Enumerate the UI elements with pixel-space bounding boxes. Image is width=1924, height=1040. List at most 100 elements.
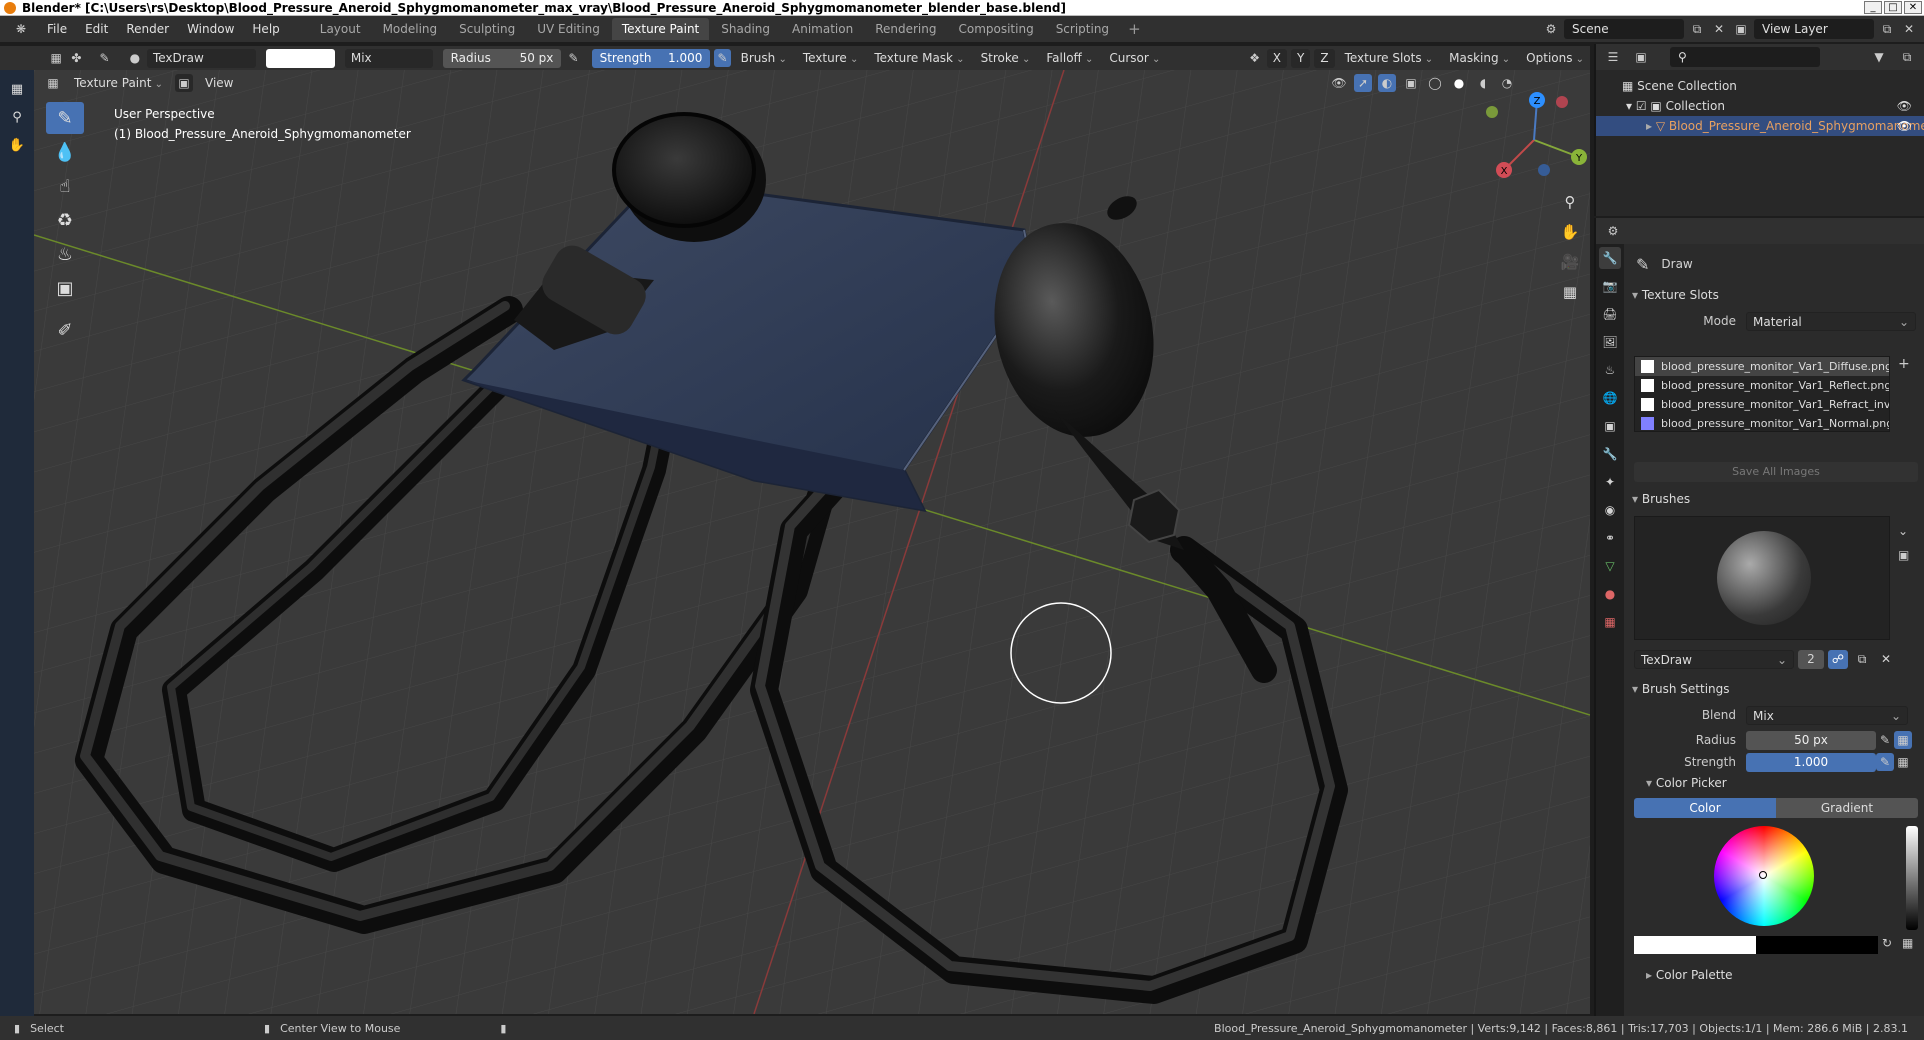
brush-icon[interactable]: ✎ (96, 49, 112, 67)
color-wheel[interactable] (1714, 826, 1814, 926)
tab-layout[interactable]: Layout (310, 18, 371, 40)
add-workspace-button[interactable]: + (1120, 20, 1149, 38)
gizmo-toggle-icon[interactable]: ➚ (1354, 74, 1372, 92)
tool-settings-icon[interactable]: ✤ (68, 49, 84, 67)
unlink-brush-icon[interactable]: ✕ (1876, 650, 1896, 669)
texture-slot-item[interactable]: blood_pressure_monitor_Var1_Refract_inv.… (1635, 395, 1889, 414)
3d-viewport[interactable]: Y X Z User Perspective (1) Blood_Pressur… (34, 70, 1590, 1014)
outliner-scene-collection[interactable]: ▦ Scene Collection (1596, 76, 1924, 96)
delete-view-layer-icon[interactable]: ✕ (1900, 20, 1918, 38)
properties-editor-icon[interactable]: ⚙ (1604, 222, 1622, 240)
strength-pressure-icon[interactable]: ✎ (1876, 753, 1894, 771)
texture-mask-dropdown[interactable]: Texture Mask (868, 49, 970, 68)
delete-scene-icon[interactable]: ✕ (1710, 20, 1728, 38)
secondary-color-swatch[interactable] (1756, 936, 1878, 954)
particles-tab-icon[interactable]: ✦ (1599, 471, 1621, 493)
strength-unit-icon[interactable]: ▦ (1894, 753, 1912, 771)
texture-slot-item[interactable]: blood_pressure_monitor_Var1_Normal.png (1635, 414, 1889, 433)
output-tab-icon[interactable]: 🖨 (1599, 303, 1621, 325)
mask-tool-icon[interactable]: ▣ (46, 272, 84, 304)
brush-data-icon[interactable]: ● (127, 49, 143, 67)
tool-tab-icon[interactable]: 🔧 (1599, 247, 1621, 269)
editor-type-icon[interactable]: ▦ (48, 49, 64, 67)
collection-checkbox-icon[interactable]: ☑ (1636, 99, 1651, 113)
radius-pressure-icon[interactable]: ✎ (565, 49, 581, 67)
mirror-y-toggle[interactable]: Y (1291, 48, 1311, 68)
constraints-tab-icon[interactable]: ⚭ (1599, 527, 1621, 549)
filter-icon[interactable]: ▼ (1870, 48, 1888, 66)
world-tab-icon[interactable]: 🌐 (1599, 387, 1621, 409)
masking-dropdown[interactable]: Masking (1443, 49, 1516, 68)
brush-color-swatch[interactable] (266, 48, 335, 68)
blend-mode-dropdown[interactable]: Mix (344, 48, 433, 68)
color-pressure-icon[interactable]: ▦ (1902, 936, 1913, 950)
radius-field[interactable]: 50 px (1746, 730, 1876, 750)
mode-dropdown[interactable]: Texture Paint (68, 74, 169, 93)
zoom-view-icon[interactable]: ⚲ (1558, 190, 1582, 214)
tab-animation[interactable]: Animation (782, 18, 863, 40)
mirror-x-toggle[interactable]: X (1266, 48, 1287, 68)
tab-uv-editing[interactable]: UV Editing (527, 18, 610, 40)
collection-visibility-icon[interactable]: 👁 (1897, 96, 1912, 116)
brush-settings-panel-header[interactable]: Brush Settings (1626, 678, 1916, 700)
duplicate-brush-icon[interactable]: ⧉ (1852, 650, 1872, 669)
expand-chevron-icon[interactable]: ▸ (1646, 119, 1656, 133)
blend-dropdown[interactable]: Mix (1746, 705, 1908, 725)
mirror-z-toggle[interactable]: Z (1314, 48, 1335, 68)
scene-field[interactable]: Scene (1564, 19, 1684, 39)
menu-help[interactable]: Help (243, 22, 288, 36)
texture-slot-item[interactable]: blood_pressure_monitor_Var1_Reflect.png (1635, 376, 1889, 395)
brush-users-count[interactable]: 2 (1798, 650, 1824, 669)
texture-dropdown[interactable]: Texture (797, 49, 865, 68)
visibility-icon[interactable]: 👁 (1330, 74, 1348, 92)
color-palette-panel-header[interactable]: Color Palette (1640, 964, 1910, 986)
camera-view-icon[interactable]: 🎥 (1558, 250, 1582, 274)
brushes-panel-header[interactable]: Brushes (1626, 488, 1916, 510)
tab-shading[interactable]: Shading (711, 18, 780, 40)
pan-view-icon[interactable]: ✋ (1558, 220, 1582, 244)
render-tab-icon[interactable]: 📷 (1599, 275, 1621, 297)
brush-image-icon[interactable]: ▣ (1898, 548, 1909, 562)
display-mode-icon[interactable]: ▣ (1632, 48, 1650, 66)
color-wheel-cursor[interactable] (1759, 871, 1767, 879)
falloff-dropdown[interactable]: Falloff (1040, 49, 1099, 68)
material-shading-icon[interactable]: ◖ (1474, 74, 1492, 92)
data-tab-icon[interactable]: ▽ (1599, 555, 1621, 577)
brush-name-field[interactable]: TexDraw (146, 48, 257, 68)
view-menu[interactable]: View (199, 74, 239, 93)
solid-shading-icon[interactable]: ● (1450, 74, 1468, 92)
clone-tool-icon[interactable]: ♻ (46, 204, 84, 236)
draw-tool-icon[interactable]: ✎ (46, 102, 84, 134)
texture-slot-item[interactable]: blood_pressure_monitor_Var1_Diffuse.png (1635, 357, 1889, 376)
close-button[interactable]: ✕ (1904, 1, 1922, 14)
new-collection-icon[interactable]: ⧉ (1898, 48, 1916, 66)
tab-sculpting[interactable]: Sculpting (449, 18, 525, 40)
xray-icon[interactable]: ▣ (1402, 74, 1420, 92)
strength-slider[interactable]: Strength 1.000 (591, 48, 711, 68)
menu-file[interactable]: File (38, 22, 76, 36)
menu-render[interactable]: Render (117, 22, 178, 36)
blender-menu-icon[interactable]: ❋ (12, 20, 30, 38)
expand-chevron-icon[interactable]: ▾ (1626, 99, 1636, 113)
maximize-button[interactable]: □ (1884, 1, 1902, 14)
ortho-view-icon[interactable]: ▦ (1558, 280, 1582, 304)
save-all-images-button[interactable]: Save All Images (1634, 462, 1918, 482)
brush-name-field[interactable]: TexDraw (1634, 650, 1794, 669)
add-texture-slot-icon[interactable]: + (1898, 356, 1910, 372)
options-dropdown[interactable]: Options (1520, 49, 1590, 68)
texture-mode-dropdown[interactable]: Material (1746, 311, 1916, 331)
tab-gradient[interactable]: Gradient (1776, 798, 1918, 818)
view-layer-tab-icon[interactable]: 🖼 (1599, 331, 1621, 353)
radius-slider[interactable]: Radius 50 px (442, 48, 562, 68)
view-layer-icon[interactable]: ▣ (1732, 20, 1750, 38)
material-tab-icon[interactable]: ● (1599, 583, 1621, 605)
rendered-shading-icon[interactable]: ◔ (1498, 74, 1516, 92)
fill-tool-icon[interactable]: ♨ (46, 238, 84, 270)
outliner-search-input[interactable]: ⚲ (1670, 47, 1820, 67)
cursor-dropdown[interactable]: Cursor (1103, 49, 1166, 68)
radius-unit-icon[interactable]: ▦ (1894, 731, 1912, 749)
annotate-tool-icon[interactable]: ✐ (46, 314, 84, 346)
texture-tab-icon[interactable]: ▦ (1599, 611, 1621, 633)
tab-modeling[interactable]: Modeling (373, 18, 448, 40)
overlay-toggle-icon[interactable]: ◐ (1378, 74, 1396, 92)
